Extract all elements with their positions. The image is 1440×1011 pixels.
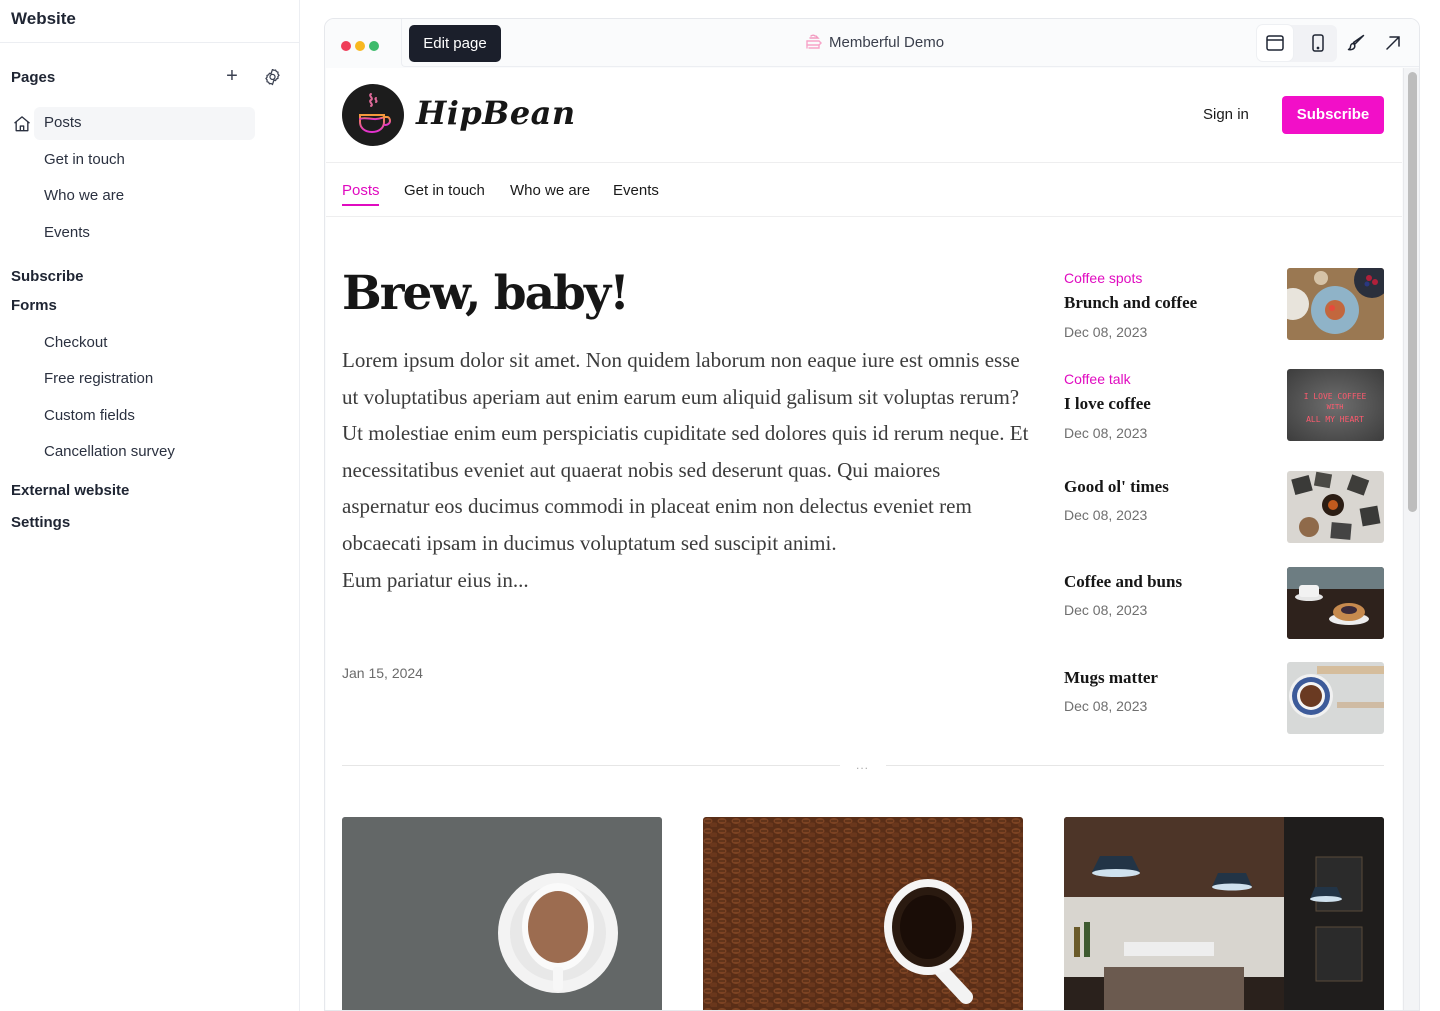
post-title[interactable]: Good ol' times (1064, 477, 1169, 497)
post-date: Dec 08, 2023 (1064, 602, 1148, 618)
sidebar-item-subscribe[interactable]: Subscribe (11, 268, 84, 285)
preview-toolbar: Edit page Memberful Demo (325, 19, 1419, 67)
preview-frame: Edit page Memberful Demo HipBean Sign in… (324, 18, 1420, 1011)
post-item[interactable]: Mugs matter Dec 08, 2023 (1064, 662, 1384, 734)
cup-on-slate-photo[interactable] (342, 817, 662, 1010)
old-photos-photo[interactable] (1287, 471, 1384, 543)
nav-get-in-touch[interactable]: Get in touch (404, 182, 485, 199)
sidebar-item-posts[interactable]: Posts (34, 107, 255, 140)
window-controls (341, 38, 383, 56)
add-page-button[interactable]: + (223, 66, 241, 86)
scrollbar-thumb[interactable] (1408, 72, 1417, 512)
neon-sign-photo[interactable]: I LOVE COFFEE WITH ALL MY HEART (1287, 369, 1384, 441)
hipbean-logo-icon[interactable] (342, 84, 404, 146)
post-date: Dec 08, 2023 (1064, 507, 1148, 523)
sidebar-item-who-we-are[interactable]: Who we are (44, 187, 124, 204)
svg-text:WITH: WITH (1327, 403, 1344, 411)
section-divider (342, 765, 840, 766)
post-item[interactable]: Coffee spots Brunch and coffee Dec 08, 2… (1064, 268, 1384, 340)
pages-section-header: Pages + (11, 66, 286, 89)
site-nav: Posts Get in touch Who we are Events (326, 164, 1402, 217)
nav-posts[interactable]: Posts (342, 182, 380, 199)
site-preview: HipBean Sign in Subscribe Posts Get in t… (326, 68, 1402, 1010)
hero-body-more: Eum pariatur eius in... (342, 567, 529, 592)
sidebar-item-free-registration[interactable]: Free registration (44, 370, 153, 387)
divider-more-icon: ... (856, 758, 870, 772)
sidebar-item-get-in-touch[interactable]: Get in touch (44, 151, 125, 168)
sidebar-item-checkout[interactable]: Checkout (44, 334, 107, 351)
sidebar-item-settings[interactable]: Settings (11, 514, 70, 531)
brunch-photo[interactable] (1287, 268, 1384, 340)
post-title[interactable]: Coffee and buns (1064, 572, 1182, 592)
mug-photo[interactable] (1287, 662, 1384, 734)
site-name-label: Memberful Demo (829, 34, 945, 51)
post-title[interactable]: I love coffee (1064, 394, 1151, 414)
buns-photo[interactable] (1287, 567, 1384, 639)
site-header: HipBean Sign in Subscribe (326, 68, 1402, 163)
brush-icon[interactable] (1338, 25, 1374, 62)
post-item[interactable]: Coffee and buns Dec 08, 2023 (1064, 567, 1384, 639)
post-title[interactable]: Mugs matter (1064, 668, 1158, 688)
preview-scrollbar[interactable] (1403, 68, 1419, 1010)
minimize-dot-icon (355, 41, 365, 51)
post-item[interactable]: Good ol' times Dec 08, 2023 (1064, 471, 1384, 543)
nav-active-indicator (342, 204, 379, 206)
sidebar-item-events[interactable]: Events (44, 224, 90, 241)
external-link-icon[interactable] (1375, 25, 1411, 62)
post-category[interactable]: Coffee spots (1064, 270, 1142, 286)
svg-text:I LOVE COFFEE: I LOVE COFFEE (1304, 392, 1367, 401)
nav-events[interactable]: Events (613, 182, 659, 199)
pages-label: Pages (11, 69, 56, 86)
sidebar: Website Pages + Posts Get in touch Who w… (0, 0, 300, 1011)
post-item[interactable]: Coffee talk I love coffee Dec 08, 2023 I… (1064, 369, 1384, 441)
cafe-interior-photo[interactable] (1064, 817, 1384, 1010)
hero-title[interactable]: Brew, baby! (342, 266, 630, 321)
cup-on-beans-photo[interactable] (703, 817, 1023, 1010)
sidebar-title: Website (0, 0, 299, 43)
hero-excerpt: Lorem ipsum dolor sit amet. Non quidem l… (342, 342, 1032, 598)
forms-section-label[interactable]: Forms (11, 297, 57, 314)
memberful-logo-icon (805, 34, 823, 50)
post-date: Dec 08, 2023 (1064, 324, 1148, 340)
sign-in-link[interactable]: Sign in (1203, 106, 1249, 123)
edit-page-button[interactable]: Edit page (409, 25, 501, 62)
sidebar-item-external-website[interactable]: External website (11, 482, 129, 499)
brand-name[interactable]: HipBean (416, 94, 576, 132)
close-dot-icon (341, 41, 351, 51)
post-category[interactable]: Coffee talk (1064, 371, 1131, 387)
mobile-view-icon[interactable] (1300, 25, 1336, 62)
svg-text:ALL MY HEART: ALL MY HEART (1306, 415, 1364, 424)
section-divider (886, 765, 1384, 766)
sidebar-item-label: Posts (44, 114, 82, 131)
hero-date: Jan 15, 2024 (342, 665, 423, 681)
post-date: Dec 08, 2023 (1064, 425, 1148, 441)
post-title[interactable]: Brunch and coffee (1064, 293, 1197, 313)
desktop-view-icon[interactable] (1257, 25, 1293, 61)
site-name: Memberful Demo (805, 34, 944, 51)
post-date: Dec 08, 2023 (1064, 698, 1148, 714)
sidebar-item-custom-fields[interactable]: Custom fields (44, 407, 135, 424)
gear-icon[interactable] (263, 68, 283, 89)
maximize-dot-icon (369, 41, 379, 51)
hero-body: Lorem ipsum dolor sit amet. Non quidem l… (342, 348, 1029, 555)
sidebar-item-cancellation-survey[interactable]: Cancellation survey (44, 443, 175, 460)
nav-who-we-are[interactable]: Who we are (510, 182, 590, 199)
subscribe-button[interactable]: Subscribe (1282, 96, 1384, 134)
home-icon (12, 114, 32, 134)
